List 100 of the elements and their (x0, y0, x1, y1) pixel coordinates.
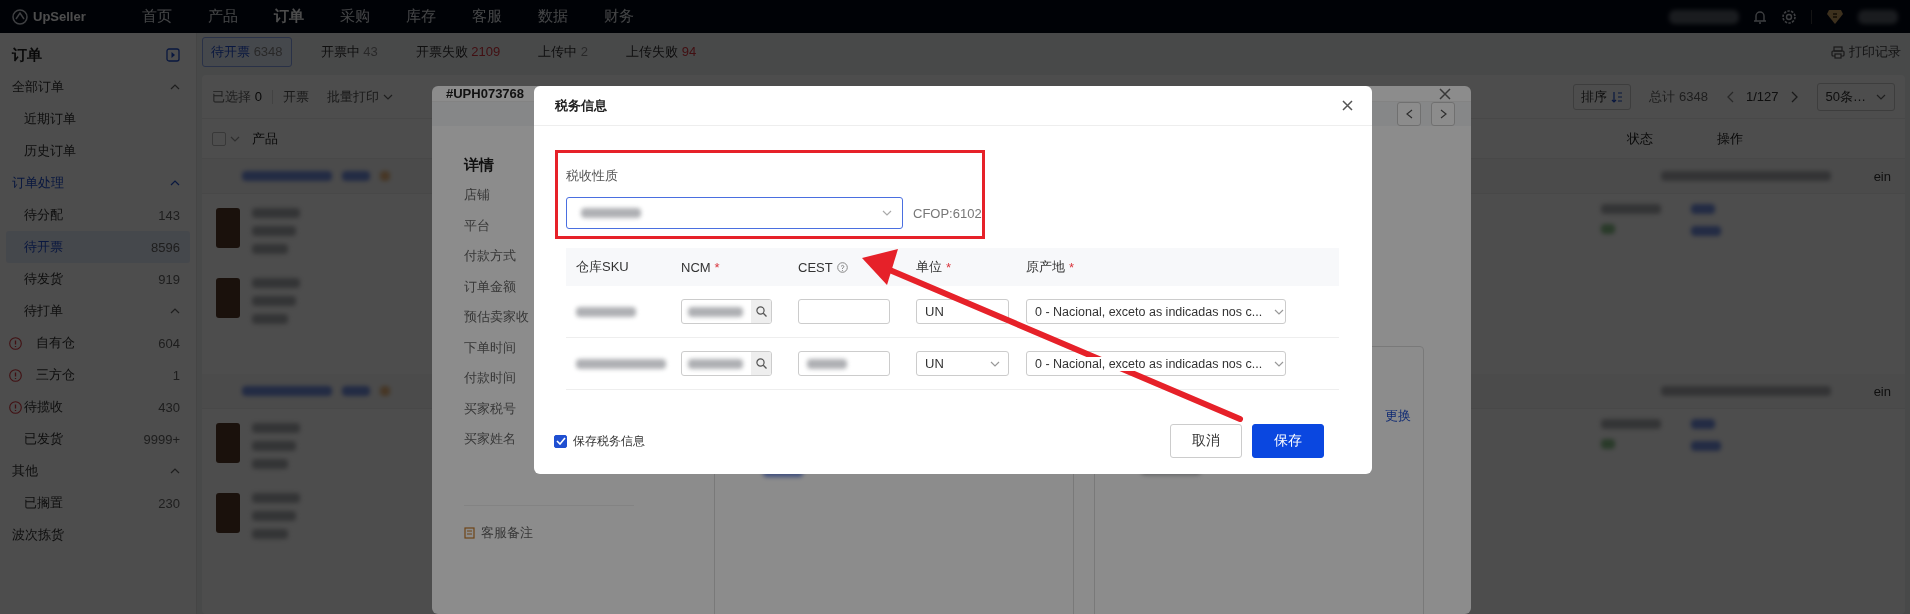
unit-select[interactable]: UN (916, 351, 1009, 376)
sidebar-title: 订单 (12, 45, 42, 65)
sort-button[interactable]: 排序 (1573, 83, 1632, 110)
redacted-text (252, 314, 288, 324)
column-header: 状态 (1627, 129, 1654, 148)
close-icon (1439, 87, 1451, 100)
nav-tab[interactable]: 首页 (124, 7, 190, 26)
field-label: 平台 (464, 216, 490, 235)
status-tab[interactable]: 上传失败 94 (617, 37, 706, 67)
caret-down-icon (882, 210, 892, 216)
field-label: 预估卖家收 (464, 308, 529, 326)
photo-placeholder (216, 208, 240, 248)
column-header: 单位 * (915, 258, 953, 276)
caret-up-icon (170, 308, 180, 314)
save-button[interactable]: 保存 (1252, 424, 1324, 458)
logo-icon (12, 8, 28, 25)
ncm-field[interactable] (681, 299, 772, 324)
sidebar-item[interactable]: 近期订单 (6, 103, 190, 135)
chevron-right-icon (1790, 90, 1799, 103)
redacted-text (252, 511, 296, 521)
redacted-text (380, 386, 390, 396)
photo-placeholder (216, 278, 240, 318)
pager-button[interactable] (1431, 102, 1455, 126)
nav-tab[interactable]: 订单 (256, 7, 322, 26)
nav-tab[interactable]: 库存 (388, 7, 454, 26)
field-label: 下单时间 (464, 338, 516, 357)
caret-down-icon (1876, 93, 1886, 100)
field-label: 订单金额 (464, 277, 516, 296)
column-header: 原产地 * (1025, 258, 1076, 276)
page-size-select[interactable]: 50条… (1816, 82, 1895, 111)
nav-tab[interactable]: 财务 (586, 7, 652, 26)
redacted-text (252, 244, 288, 254)
nav-tab[interactable]: 客服 (454, 7, 520, 26)
photo-placeholder (216, 493, 240, 533)
tax-nature-select[interactable] (566, 197, 903, 229)
origin-select[interactable]: 0 - Nacional, exceto as indicadas nos c... (1026, 299, 1286, 324)
unit-field[interactable]: UN (916, 299, 1009, 324)
field-label: 买家税号 (464, 399, 516, 418)
column-header: 产品 (252, 129, 279, 148)
nav-tab[interactable]: 产品 (190, 7, 256, 26)
caret-up-icon (170, 468, 180, 474)
redacted-text (688, 306, 743, 317)
redacted-text (252, 441, 296, 451)
logo-text: UpSeller (33, 9, 86, 24)
pager-button[interactable] (1397, 102, 1421, 126)
warning-icon (8, 368, 22, 382)
caret-up-icon (170, 84, 180, 90)
origin-select[interactable]: 0 - Nacional, exceto as indicadas nos c... (1026, 351, 1286, 376)
warning-icon (8, 400, 22, 414)
sidebar-item[interactable]: 其他 (6, 455, 190, 487)
change-link[interactable]: 更换 (1385, 407, 1411, 425)
redacted-text (1601, 439, 1615, 449)
search-icon (755, 358, 767, 369)
field-label: 付款时间 (464, 369, 516, 387)
redacted-text (252, 493, 300, 503)
column-header: 仓库SKU (575, 258, 630, 276)
note-label: 客服备注 (481, 523, 533, 542)
chevron-left-icon (1405, 109, 1413, 119)
printer-icon (1831, 45, 1845, 59)
caret-up-icon (170, 180, 180, 186)
collapse-sidebar-icon (166, 48, 180, 62)
redacted-text (576, 306, 636, 317)
redacted-text (1691, 226, 1721, 236)
chevron-left-icon (1726, 90, 1734, 103)
photo-placeholder (216, 423, 240, 463)
close-icon (1342, 100, 1353, 111)
field-label: 买家姓名 (464, 430, 516, 448)
save-info-checkbox[interactable]: 保存税务信息 (554, 432, 645, 450)
sidebar-item[interactable]: 待打单 (6, 295, 190, 327)
ncm-field[interactable] (681, 351, 772, 376)
cancel-button[interactable]: 取消 (1170, 424, 1242, 458)
store-name: ein (1872, 168, 1891, 184)
diamond-badge-icon (1826, 8, 1844, 25)
sidebar-item[interactable]: 全部订单 (6, 71, 190, 103)
checkmark-icon (555, 437, 566, 445)
nav-tab[interactable]: 数据 (520, 7, 586, 26)
help-icon (836, 261, 848, 273)
redacted-text (342, 386, 370, 396)
cest-field[interactable] (798, 299, 890, 324)
redacted-text (1601, 204, 1661, 214)
dialog-title: #UPH073768 (446, 86, 525, 101)
column-header: NCM * (680, 259, 721, 275)
sidebar-item[interactable]: 订单处理 (6, 167, 190, 199)
caret-down-icon (230, 135, 240, 142)
redacted-text (688, 358, 743, 369)
nav-tab[interactable]: 采购 (322, 7, 388, 26)
cest-field[interactable] (798, 351, 890, 376)
section-title: 详情 (464, 156, 494, 175)
redacted-text (1691, 419, 1715, 429)
redacted-text (380, 171, 390, 181)
cfop-code: CFOP:6102 (913, 205, 982, 221)
sidebar-item[interactable]: 历史订单 (6, 135, 190, 167)
column-header: CEST (788, 259, 906, 275)
redacted-text (252, 226, 296, 236)
redacted-account (1669, 9, 1739, 24)
redacted-text (252, 208, 300, 218)
caret-down-icon (1274, 308, 1285, 315)
caret-down-icon (1274, 360, 1285, 367)
sidebar-item[interactable]: 波次拣货 (6, 519, 190, 551)
redacted-text (252, 529, 288, 539)
